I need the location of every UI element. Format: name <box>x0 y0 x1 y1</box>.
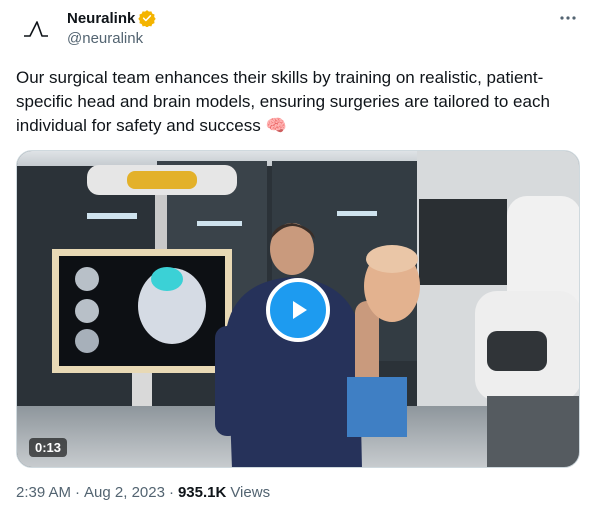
tweet-date[interactable]: Aug 2, 2023 <box>84 484 165 501</box>
video-player[interactable]: 0:13 <box>16 150 580 468</box>
separator: · <box>75 484 81 501</box>
tweet-text: Our surgical team enhances their skills … <box>16 68 550 135</box>
avatar[interactable] <box>16 10 56 50</box>
verified-badge-icon <box>138 10 157 27</box>
views-count[interactable]: 935.1K <box>178 484 226 501</box>
separator: · <box>168 484 174 501</box>
more-icon <box>560 16 576 20</box>
display-name[interactable]: Neuralink <box>67 10 135 27</box>
play-button[interactable] <box>266 278 330 342</box>
views-label: Views <box>230 484 271 501</box>
tweet-metadata: 2:39 AM · Aug 2, 2023 · 935.1K Views <box>16 484 270 501</box>
video-duration: 0:13 <box>29 438 68 457</box>
neuralink-logo-icon <box>24 21 48 37</box>
more-options-button[interactable] <box>556 8 580 28</box>
handle[interactable]: @neuralink <box>67 30 156 47</box>
tweet-header: Neuralink @neuralink <box>16 8 580 50</box>
play-icon <box>293 301 307 319</box>
tweet-time[interactable]: 2:39 AM <box>16 484 71 501</box>
